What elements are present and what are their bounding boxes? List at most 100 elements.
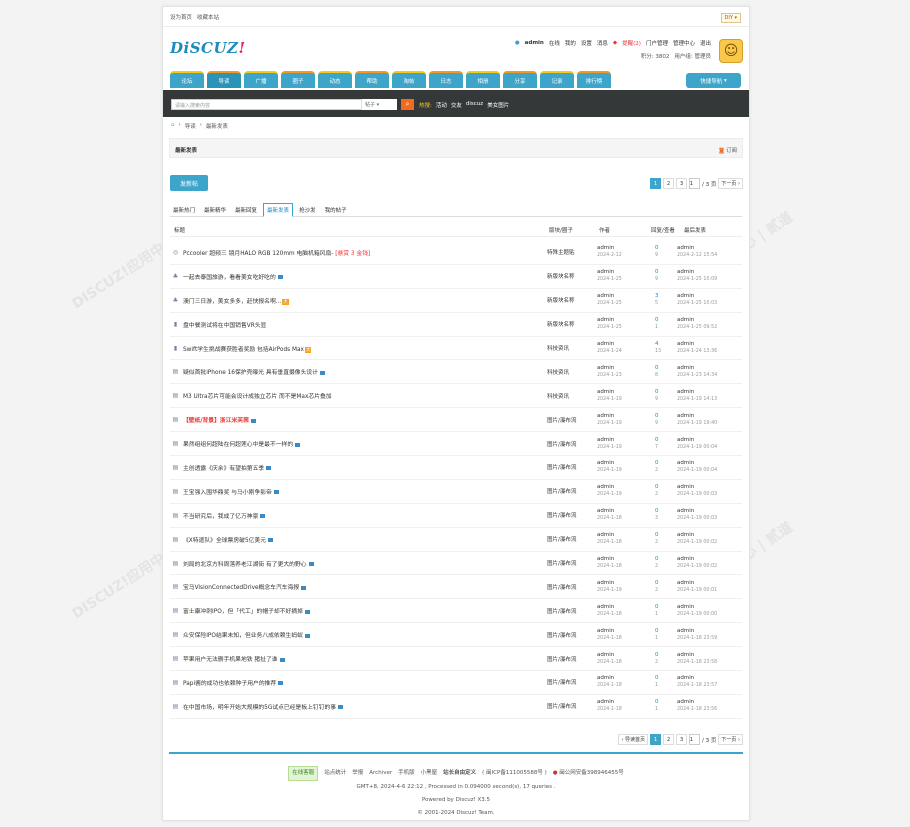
thread-title-link[interactable]: 主创透露《庆余》有望拍第五季 [183, 466, 264, 472]
last-post-date[interactable]: 2024-1-19 00:02 [677, 563, 735, 570]
page-link[interactable]: 1 [650, 734, 662, 745]
author-link[interactable]: admin [597, 484, 649, 491]
hot-link[interactable]: 活动 [436, 101, 447, 109]
nav-item-doing[interactable]: 记录 [540, 71, 574, 88]
reply-count[interactable]: 0 [655, 484, 677, 491]
favorite-link[interactable]: 收藏本站 [197, 13, 219, 21]
forum-link[interactable]: 图片/瀑布流 [547, 583, 597, 591]
new-post-button[interactable]: 发新帖 [170, 175, 208, 191]
author-link[interactable]: admin [597, 699, 649, 706]
forum-link[interactable]: 图片/瀑布流 [547, 655, 597, 663]
reply-count[interactable]: 0 [655, 437, 677, 444]
search-type-select[interactable]: 帖子 ▾ [361, 99, 397, 110]
nav-item-feed[interactable]: 动态 [318, 71, 352, 88]
reply-count[interactable]: 0 [655, 365, 677, 372]
thread-title-link[interactable]: 盘中餐测试将在中国销售VR头显 [183, 323, 266, 329]
reply-count[interactable]: 0 [655, 269, 677, 276]
last-poster-link[interactable]: admin [677, 604, 735, 611]
reply-count[interactable]: 0 [655, 556, 677, 563]
last-post-date[interactable]: 2024-1-19 00:04 [677, 467, 735, 474]
last-post-date[interactable]: 2024-1-19 00:03 [677, 515, 735, 522]
last-poster-link[interactable]: admin [677, 556, 735, 563]
last-post-date[interactable]: 2024-1-18 23:58 [677, 659, 735, 666]
reply-count[interactable]: 0 [655, 628, 677, 635]
forum-link[interactable]: 特殊主题贴 [547, 248, 597, 256]
tab-hot[interactable]: 最新热门 [170, 203, 198, 217]
last-post-date[interactable]: 2024-1-19 19:40 [677, 420, 735, 427]
footer-link[interactable]: 手机版 [398, 767, 415, 780]
last-post-date[interactable]: 2024-1-19 00:01 [677, 587, 735, 594]
diy-button[interactable]: DIY ▾ [720, 13, 741, 23]
reply-count[interactable]: 0 [655, 675, 677, 682]
last-post-date[interactable]: 2024-1-19 14:13 [677, 396, 735, 403]
author-link[interactable]: admin [597, 580, 649, 587]
last-poster-link[interactable]: admin [677, 293, 735, 300]
portal-admin-link[interactable]: 门户管理 [646, 39, 668, 47]
thread-title-link[interactable]: 一起去泰国旅游，看看美女吃好吃的 [183, 275, 276, 281]
reply-count[interactable]: 0 [655, 460, 677, 467]
nav-item-album[interactable]: 相册 [466, 71, 500, 88]
author-link[interactable]: admin [597, 317, 649, 324]
page-link[interactable]: 2 [663, 178, 675, 189]
reply-count[interactable]: 0 [655, 508, 677, 515]
reply-count[interactable]: 4 [655, 341, 677, 348]
reply-count[interactable]: 3 [655, 293, 677, 300]
last-poster-link[interactable]: admin [677, 532, 735, 539]
last-poster-link[interactable]: admin [677, 699, 735, 706]
username-link[interactable]: admin [525, 40, 544, 46]
author-link[interactable]: admin [597, 532, 649, 539]
reply-count[interactable]: 0 [655, 699, 677, 706]
thread-title-link[interactable]: 众安保险IPO结果未知，但业务八成依赖生蚂蚁 [183, 633, 303, 639]
page-link[interactable]: 2 [663, 734, 675, 745]
last-post-date[interactable]: 2024-1-24 13:36 [677, 348, 735, 355]
tab-digest[interactable]: 最新精华 [201, 203, 229, 217]
tab-sofa[interactable]: 抢沙发 [296, 203, 319, 217]
last-post-date[interactable]: 2024-2-12 15:54 [677, 252, 735, 259]
forum-link[interactable]: 科技资讯 [547, 392, 597, 400]
thread-title-link[interactable]: 果然组组何超陆在何超莲心中是最不一样的 [183, 442, 293, 448]
author-link[interactable]: admin [597, 245, 649, 252]
avatar[interactable]: ☺ [719, 39, 743, 63]
last-poster-link[interactable]: admin [677, 675, 735, 682]
thread-title-link[interactable]: 王宝强入围华鼎奖 与马小刚争影帝 [183, 490, 272, 496]
last-post-date[interactable]: 2024-1-19 00:00 [677, 611, 735, 618]
thread-title-link[interactable]: 苹果用户无法删手机果地铁 猪扯了谁 [183, 657, 278, 663]
last-post-date[interactable]: 2024-1-19 00:02 [677, 539, 735, 546]
thread-title-link[interactable]: 《X特遣队》全球票房破5亿美元 [183, 538, 266, 544]
thread-title-link[interactable]: 富士康冲刺IPO，但「代工」的帽子却不好摘掉 [183, 609, 303, 615]
forum-link[interactable]: 图片/瀑布流 [547, 463, 597, 471]
thread-title-link[interactable]: 疑似首批iPhone 16保护壳曝光 具有垂直摄像头设计 [183, 370, 318, 376]
site-logo[interactable]: DiSCUZ! [170, 39, 246, 57]
user-group-link[interactable]: 用户组: 管理员 [674, 52, 711, 60]
reply-count[interactable]: 0 [655, 245, 677, 252]
page-jump-input[interactable] [689, 734, 701, 745]
thread-title-link[interactable]: 澳门三日游，美女多多，赶快报名啊... [183, 299, 281, 305]
forum-link[interactable]: 图片/瀑布流 [547, 607, 597, 615]
page-link[interactable]: 1 [650, 178, 662, 189]
footer-link[interactable]: 举报 [352, 767, 363, 780]
nav-item-guide[interactable]: 导读 [207, 71, 241, 88]
forum-link[interactable]: 新版块名称 [547, 272, 597, 280]
icp-link[interactable]: ( 闽ICP备111005588号 ) [482, 767, 547, 780]
footer-link[interactable]: Archiver [369, 767, 392, 780]
forum-link[interactable]: 图片/瀑布流 [547, 678, 597, 686]
forum-link[interactable]: 图片/瀑布流 [547, 440, 597, 448]
last-poster-link[interactable]: admin [677, 628, 735, 635]
last-post-date[interactable]: 2024-1-23 14:34 [677, 372, 735, 379]
author-link[interactable]: admin [597, 604, 649, 611]
online-service-button[interactable]: 在线客服 [288, 766, 319, 781]
tab-new[interactable]: 最新发表 [263, 203, 294, 217]
forum-link[interactable]: 图片/瀑布流 [547, 511, 597, 519]
page-link[interactable]: 3 [676, 734, 688, 745]
author-link[interactable]: admin [597, 460, 649, 467]
nav-item-help[interactable]: 帮助 [355, 71, 389, 88]
settings-link[interactable]: 设置 [581, 39, 592, 47]
forum-link[interactable]: 图片/瀑布流 [547, 559, 597, 567]
reply-count[interactable]: 0 [655, 413, 677, 420]
hot-link[interactable]: 美女图片 [487, 101, 509, 109]
last-poster-link[interactable]: admin [677, 341, 735, 348]
subscribe-link[interactable]: ◙ 订阅 [719, 146, 737, 154]
last-poster-link[interactable]: admin [677, 245, 735, 252]
last-post-date[interactable]: 2024-1-19 00:03 [677, 491, 735, 498]
last-post-date[interactable]: 2024-1-19 00:04 [677, 444, 735, 451]
